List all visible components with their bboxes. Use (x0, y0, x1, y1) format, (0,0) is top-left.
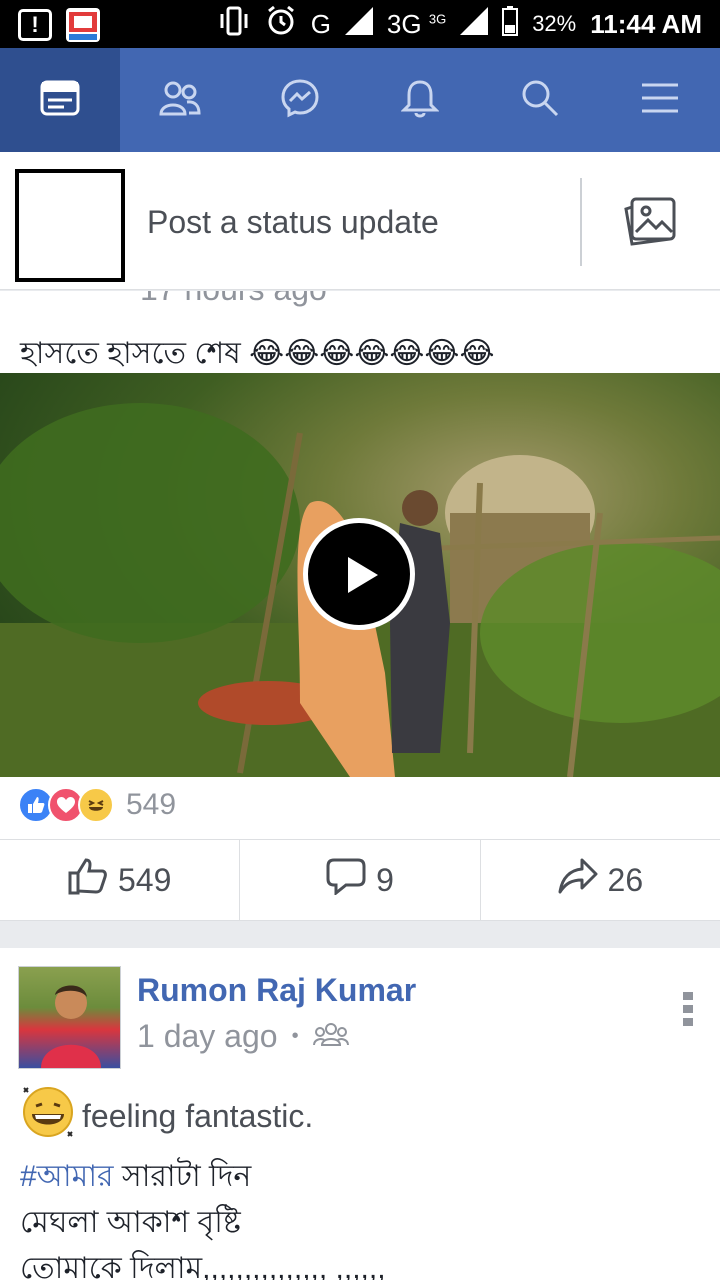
comment-count: 9 (376, 861, 394, 898)
app-notification-icon (66, 8, 100, 42)
alert-notification-icon: ! (18, 9, 52, 41)
author-name[interactable]: Rumon Raj Kumar (137, 972, 416, 1009)
nav-news-feed[interactable] (0, 48, 120, 152)
feed-post: 17 hours ago হাসতে হাসতে শেষ 😂😂😂😂😂😂😂 (0, 291, 720, 921)
nav-search[interactable] (480, 48, 600, 152)
status-composer: Post a status update (0, 152, 720, 290)
post-timestamp[interactable]: 17 hours ago (140, 291, 327, 308)
alarm-icon (265, 5, 297, 44)
hamburger-menu-icon (640, 82, 680, 119)
reaction-summary[interactable]: 549 (18, 787, 176, 823)
status-bar: ! G 3G 3G 32% 11:44 AM (0, 0, 720, 48)
network-type-label: G (310, 8, 331, 39)
post-action-bar: 549 9 26 (0, 839, 720, 921)
play-icon (346, 555, 380, 600)
post-line-3: তোমাকে দিলাম,,,,,,,,,,,,,,, ,,,,,, (20, 1252, 386, 1280)
comment-bubble-icon (326, 857, 366, 903)
status-update-prompt[interactable]: Post a status update (147, 204, 439, 241)
search-icon (520, 78, 560, 123)
nav-messenger[interactable] (240, 48, 360, 152)
bell-icon (400, 78, 440, 123)
post-meta: 1 day ago • (137, 1018, 349, 1055)
feed-post: Rumon Raj Kumar 1 day ago • feeling fant… (0, 948, 720, 1280)
clock-time: 11:44 AM (590, 8, 702, 39)
feeling-activity: feeling fantastic. (20, 1084, 313, 1148)
hashtag-link[interactable]: #আমার (20, 1160, 114, 1193)
nav-menu[interactable] (600, 48, 720, 152)
photo-gallery-icon (622, 197, 678, 252)
video-play-button[interactable] (303, 518, 415, 630)
network-superscript-label: 3G (428, 10, 447, 26)
like-count: 549 (117, 861, 172, 898)
thumbs-up-icon (68, 857, 108, 903)
grinning-emoji-icon (20, 1084, 76, 1148)
share-button[interactable]: 26 (481, 840, 720, 920)
nav-notifications[interactable] (360, 48, 480, 152)
comment-button[interactable]: 9 (240, 840, 481, 920)
share-arrow-icon (558, 858, 598, 902)
reaction-count: 549 (126, 788, 177, 821)
haha-reaction-icon (78, 787, 114, 823)
top-nav-bar (0, 48, 720, 152)
like-button[interactable]: 549 (0, 840, 241, 920)
meta-separator: • (291, 1025, 299, 1047)
battery-percent: 32% (532, 11, 577, 36)
signal-icon (344, 6, 373, 42)
photo-upload-button[interactable] (622, 196, 678, 253)
post-video[interactable] (0, 373, 720, 777)
author-avatar[interactable] (18, 966, 121, 1069)
user-avatar[interactable] (15, 169, 125, 282)
post-options-button[interactable] (682, 992, 694, 1031)
battery-icon (502, 5, 519, 43)
post-line-1: সারাটা দিন (113, 1160, 252, 1193)
share-count: 26 (607, 861, 644, 898)
network-type-3g-label: 3G (386, 8, 422, 39)
post-text: #আমার সারাটা দিন মেঘলা আকাশ বৃষ্টি তোমাক… (20, 1154, 386, 1280)
news-feed-icon (40, 80, 80, 121)
messenger-icon (280, 78, 320, 123)
post-timestamp[interactable]: 1 day ago (137, 1018, 278, 1055)
vibrate-icon (217, 6, 251, 43)
more-vertical-icon (682, 992, 694, 1030)
composer-divider (580, 178, 582, 266)
nav-friends[interactable] (120, 48, 240, 152)
post-line-2: মেঘলা আকাশ বৃষ্টি (20, 1206, 241, 1239)
friends-audience-icon (312, 1018, 349, 1055)
friends-icon (159, 80, 201, 121)
feeling-text: feeling fantastic. (82, 1097, 314, 1134)
signal-icon-2 (460, 6, 489, 42)
